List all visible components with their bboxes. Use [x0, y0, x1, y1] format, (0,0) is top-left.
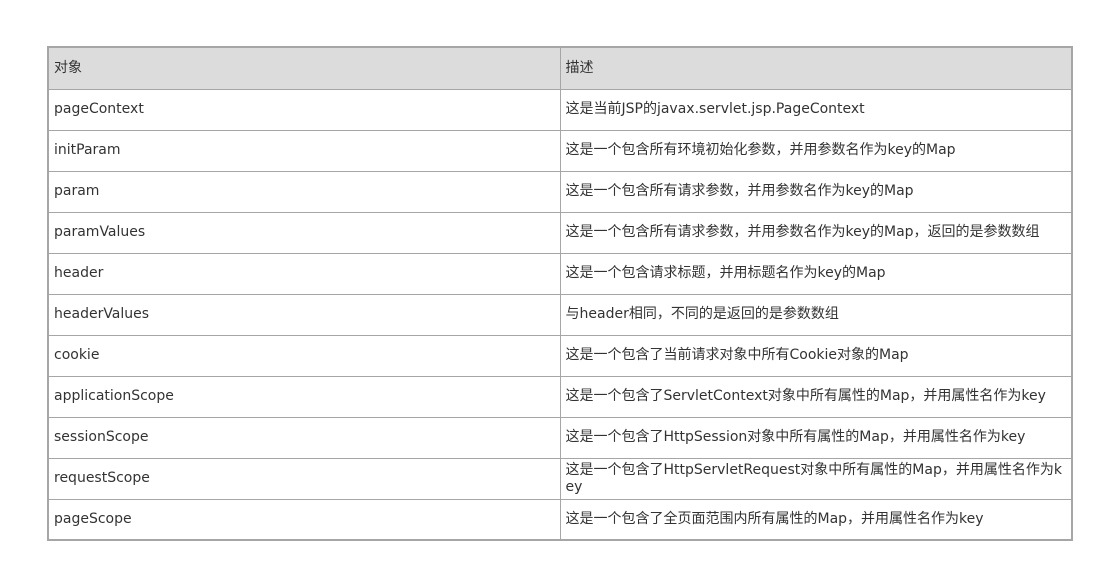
table-row: header 这是一个包含请求标题，并用标题名作为key的Map: [47, 252, 1073, 295]
object-cell: cookie: [47, 334, 561, 377]
description-cell: 这是一个包含了ServletContext对象中所有属性的Map，并用属性名作为…: [559, 375, 1073, 418]
description-cell: 这是当前JSP的javax.servlet.jsp.PageContext: [559, 88, 1073, 131]
description-cell: 与header相同，不同的是返回的是参数数组: [559, 293, 1073, 336]
object-cell: applicationScope: [47, 375, 561, 418]
table-row: applicationScope 这是一个包含了ServletContext对象…: [47, 375, 1073, 418]
description-cell: 这是一个包含请求标题，并用标题名作为key的Map: [559, 252, 1073, 295]
description-cell: 这是一个包含了全页面范围内所有属性的Map，并用属性名作为key: [559, 498, 1073, 541]
header-row: 对象 描述: [47, 46, 1073, 90]
description-cell: 这是一个包含了HttpServletRequest对象中所有属性的Map，并用属…: [559, 457, 1073, 500]
object-cell: param: [47, 170, 561, 213]
table-row: cookie 这是一个包含了当前请求对象中所有Cookie对象的Map: [47, 334, 1073, 377]
description-cell: 这是一个包含了HttpSession对象中所有属性的Map，并用属性名作为key: [559, 416, 1073, 459]
object-cell: header: [47, 252, 561, 295]
description-cell: 这是一个包含了当前请求对象中所有Cookie对象的Map: [559, 334, 1073, 377]
table-row: headerValues 与header相同，不同的是返回的是参数数组: [47, 293, 1073, 336]
header-description: 描述: [559, 46, 1073, 90]
table-row: initParam 这是一个包含所有环境初始化参数，并用参数名作为key的Map: [47, 129, 1073, 172]
table-row: pageScope 这是一个包含了全页面范围内所有属性的Map，并用属性名作为k…: [47, 498, 1073, 541]
table-body: pageContext 这是当前JSP的javax.servlet.jsp.Pa…: [47, 88, 1073, 541]
table-header: 对象 描述: [47, 46, 1073, 90]
table-row: param 这是一个包含所有请求参数，并用参数名作为key的Map: [47, 170, 1073, 213]
object-cell: pageContext: [47, 88, 561, 131]
description-cell: 这是一个包含所有请求参数，并用参数名作为key的Map，返回的是参数数组: [559, 211, 1073, 254]
table-row: pageContext 这是当前JSP的javax.servlet.jsp.Pa…: [47, 88, 1073, 131]
el-implicit-objects-table: 对象 描述 pageContext 这是当前JSP的javax.servlet.…: [47, 46, 1073, 541]
object-cell: initParam: [47, 129, 561, 172]
table-row: requestScope 这是一个包含了HttpServletRequest对象…: [47, 457, 1073, 500]
header-object: 对象: [47, 46, 561, 90]
object-cell: pageScope: [47, 498, 561, 541]
el-implicit-objects-table-container: 对象 描述 pageContext 这是当前JSP的javax.servlet.…: [47, 46, 1073, 541]
object-cell: paramValues: [47, 211, 561, 254]
table-row: paramValues 这是一个包含所有请求参数，并用参数名作为key的Map，…: [47, 211, 1073, 254]
table-row: sessionScope 这是一个包含了HttpSession对象中所有属性的M…: [47, 416, 1073, 459]
object-cell: requestScope: [47, 457, 561, 500]
object-cell: sessionScope: [47, 416, 561, 459]
description-cell: 这是一个包含所有请求参数，并用参数名作为key的Map: [559, 170, 1073, 213]
object-cell: headerValues: [47, 293, 561, 336]
description-cell: 这是一个包含所有环境初始化参数，并用参数名作为key的Map: [559, 129, 1073, 172]
